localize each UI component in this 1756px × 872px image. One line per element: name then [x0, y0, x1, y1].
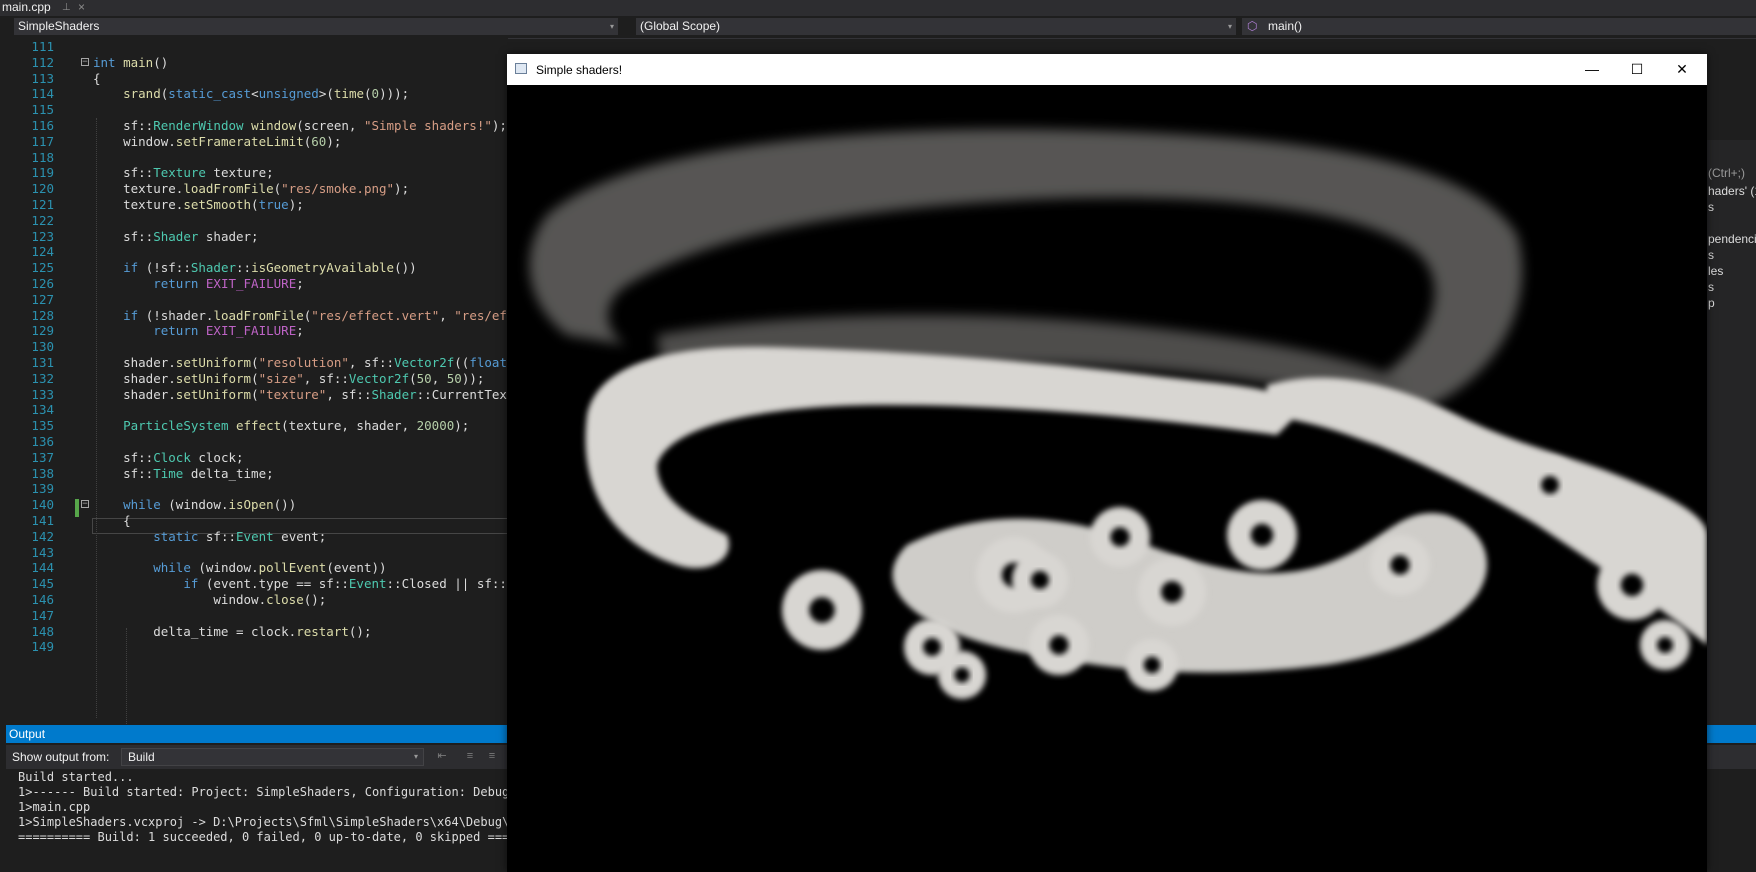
sfml-app-window[interactable]: Simple shaders! — ☐ ✕ — [507, 54, 1707, 872]
maximize-button[interactable]: ☐ — [1614, 54, 1660, 85]
tree-item[interactable]: s — [1708, 200, 1714, 214]
project-dropdown[interactable]: SimpleShaders ▾ — [14, 18, 618, 35]
find-message-icon[interactable]: ⇤ — [436, 750, 448, 762]
next-message-icon[interactable]: ≡ — [486, 750, 498, 762]
solution-explorer-pane: (Ctrl+;) haders' (1 s pendenci s les s p — [1706, 140, 1756, 725]
tree-item[interactable]: haders' (1 — [1708, 184, 1756, 198]
navigation-bar: SimpleShaders ▾ (Global Scope) ▾ ⬡ main(… — [0, 16, 1756, 39]
particle-render-canvas — [507, 85, 1707, 872]
function-dropdown[interactable]: ⬡ main() — [1242, 18, 1756, 35]
output-source-select[interactable]: Build ▾ — [121, 748, 424, 766]
document-tab-strip: main.cpp ⊥ × — [0, 0, 1756, 17]
scope-name: (Global Scope) — [640, 19, 721, 33]
method-icon: ⬡ — [1247, 19, 1258, 33]
minimize-button[interactable]: — — [1569, 54, 1615, 85]
code-line[interactable]: 149 — [0, 638, 508, 656]
show-output-label: Show output from: — [12, 750, 110, 764]
project-name: SimpleShaders — [18, 19, 100, 33]
tab-title: main.cpp — [2, 0, 51, 14]
smoke-ring-hole — [1390, 555, 1410, 575]
pin-icon[interactable]: ⊥ — [62, 0, 71, 15]
smoke-ring-hole — [1049, 635, 1069, 655]
smoke-ring-hole — [923, 638, 941, 656]
smoke-ring-hole — [1143, 656, 1161, 674]
tab-main-cpp[interactable]: main.cpp ⊥ × — [0, 0, 94, 17]
tree-item[interactable]: s — [1708, 248, 1714, 262]
collapse-icon[interactable]: − — [81, 57, 89, 66]
window-titlebar[interactable]: Simple shaders! — ☐ ✕ — [507, 54, 1707, 85]
chevron-down-icon: ▾ — [413, 752, 418, 761]
smoke-ring-hole — [1250, 523, 1274, 547]
code-editor[interactable]: 111 112− int main() 113{114 srand(static_ca… — [0, 38, 508, 725]
search-hint[interactable]: (Ctrl+;) — [1708, 166, 1745, 180]
chevron-down-icon: ▾ — [1227, 22, 1232, 31]
smoke-ring-hole — [1620, 573, 1644, 597]
close-button[interactable]: ✕ — [1659, 54, 1705, 85]
output-source-value: Build — [128, 750, 155, 764]
tree-item[interactable]: pendenci — [1708, 232, 1756, 246]
smoke-ring-hole — [809, 597, 835, 623]
output-title: Output — [9, 727, 46, 741]
close-icon[interactable]: × — [78, 0, 85, 15]
tree-item[interactable]: s — [1708, 280, 1714, 294]
smoke-ring-hole — [1110, 527, 1130, 547]
collapse-icon[interactable]: − — [81, 500, 89, 509]
smoke-ring-hole — [1541, 476, 1559, 494]
line-number: 149 — [31, 639, 54, 655]
tree-item[interactable]: p — [1708, 296, 1715, 310]
smoke-ring-hole — [1657, 637, 1673, 653]
tree-item[interactable]: les — [1708, 264, 1723, 278]
window-title: Simple shaders! — [536, 63, 623, 77]
smoke-ring-hole — [1161, 581, 1183, 603]
scope-dropdown[interactable]: (Global Scope) ▾ — [636, 18, 1236, 35]
chevron-down-icon: ▾ — [609, 22, 614, 31]
smoke-ring-hole — [1031, 571, 1049, 589]
output-log[interactable]: Build started... 1>------ Build started:… — [18, 770, 524, 845]
function-name: main() — [1268, 19, 1303, 33]
app-icon — [515, 63, 527, 74]
smoke-ring-hole — [954, 667, 970, 683]
previous-message-icon[interactable]: ≡ — [464, 750, 476, 762]
